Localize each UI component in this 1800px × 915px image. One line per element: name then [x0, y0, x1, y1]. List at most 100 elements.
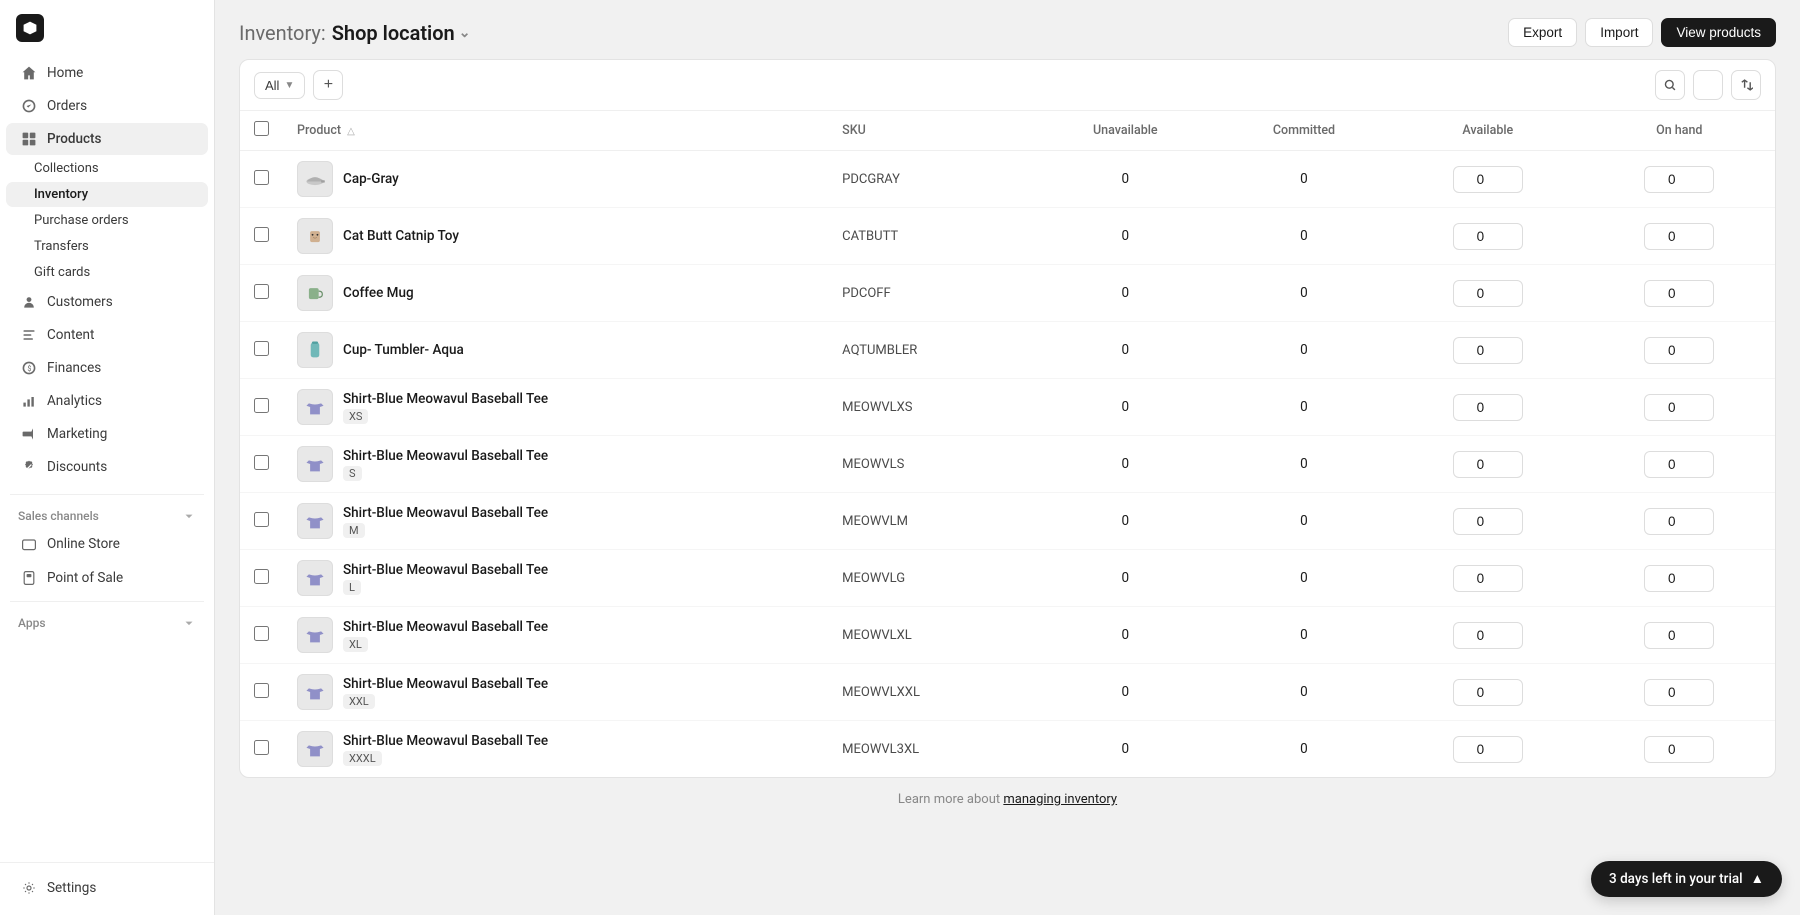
sidebar-item-content[interactable]: Content	[6, 319, 208, 351]
product-sort-icon[interactable]: △	[347, 126, 355, 137]
row-committed: 0	[1216, 436, 1392, 493]
row-available-cell	[1392, 721, 1583, 778]
location-selector[interactable]: Shop location ⌄	[332, 21, 471, 45]
on-hand-input-9[interactable]	[1644, 622, 1714, 649]
row-checkbox-6[interactable]	[254, 455, 269, 470]
sidebar-item-transfers[interactable]: Transfers	[6, 234, 208, 259]
pos-icon	[20, 569, 38, 587]
row-checkbox-cell	[240, 493, 283, 550]
row-checkbox-9[interactable]	[254, 626, 269, 641]
product-info: Shirt-Blue Meowavul Baseball Tee XXL	[343, 676, 548, 709]
row-sku: MEOWVLS	[828, 436, 1035, 493]
row-committed: 0	[1216, 322, 1392, 379]
sidebar-item-orders[interactable]: Orders	[6, 90, 208, 122]
sidebar-item-products[interactable]: Products	[6, 123, 208, 155]
sidebar-item-inventory[interactable]: Inventory	[6, 182, 208, 207]
sidebar-item-gift-cards[interactable]: Gift cards	[6, 260, 208, 285]
row-available-cell	[1392, 607, 1583, 664]
sidebar-item-finances[interactable]: $ Finances	[6, 352, 208, 384]
on-hand-input-1[interactable]	[1644, 166, 1714, 193]
product-thumbnail	[297, 218, 333, 254]
topbar: Inventory: Shop location ⌄ Export Import…	[215, 0, 1800, 59]
table-row: Cup- Tumbler- Aqua AQTUMBLER 0 0	[240, 322, 1775, 379]
sidebar-item-online-store[interactable]: Online Store	[6, 528, 208, 560]
on-hand-input-3[interactable]	[1644, 280, 1714, 307]
available-input-4[interactable]	[1453, 337, 1523, 364]
row-on-hand-cell	[1584, 436, 1775, 493]
product-name: Shirt-Blue Meowavul Baseball Tee	[343, 391, 548, 407]
row-unavailable: 0	[1035, 265, 1216, 322]
row-checkbox-11[interactable]	[254, 740, 269, 755]
export-button[interactable]: Export	[1508, 18, 1577, 47]
row-checkbox-1[interactable]	[254, 170, 269, 185]
sidebar-item-marketing[interactable]: Marketing	[6, 418, 208, 450]
row-sku: PDCOFF	[828, 265, 1035, 322]
sort-button[interactable]	[1731, 70, 1761, 100]
available-input-11[interactable]	[1453, 736, 1523, 763]
on-hand-input-7[interactable]	[1644, 508, 1714, 535]
sidebar-item-purchase-orders[interactable]: Purchase orders	[6, 208, 208, 233]
available-input-10[interactable]	[1453, 679, 1523, 706]
available-input-5[interactable]	[1453, 394, 1523, 421]
sidebar-item-customers[interactable]: Customers	[6, 286, 208, 318]
on-hand-input-10[interactable]	[1644, 679, 1714, 706]
row-checkbox-7[interactable]	[254, 512, 269, 527]
product-name: Cup- Tumbler- Aqua	[343, 342, 464, 358]
available-input-8[interactable]	[1453, 565, 1523, 592]
expand-icon[interactable]	[182, 509, 196, 523]
gear-icon	[20, 879, 38, 897]
row-checkbox-cell	[240, 379, 283, 436]
add-filter-button[interactable]: +	[313, 70, 343, 100]
sidebar-item-gift-cards-label: Gift cards	[34, 265, 90, 280]
sidebar-item-settings-label: Settings	[47, 880, 96, 896]
view-products-button[interactable]: View products	[1661, 18, 1776, 47]
row-checkbox-3[interactable]	[254, 284, 269, 299]
sidebar-item-home[interactable]: Home	[6, 57, 208, 89]
sidebar-item-discounts[interactable]: Discounts	[6, 451, 208, 483]
row-checkbox-5[interactable]	[254, 398, 269, 413]
row-sku: PDCGRAY	[828, 151, 1035, 208]
on-hand-input-6[interactable]	[1644, 451, 1714, 478]
sidebar-item-analytics[interactable]: Analytics	[6, 385, 208, 417]
available-input-1[interactable]	[1453, 166, 1523, 193]
logo-area	[0, 0, 214, 52]
row-checkbox-2[interactable]	[254, 227, 269, 242]
import-button[interactable]: Import	[1585, 18, 1653, 47]
product-info: Cup- Tumbler- Aqua	[343, 342, 464, 358]
row-checkbox-cell	[240, 151, 283, 208]
topbar-actions: Export Import View products	[1508, 18, 1776, 47]
filter-icon	[1701, 78, 1715, 92]
row-committed: 0	[1216, 721, 1392, 778]
row-checkbox-10[interactable]	[254, 683, 269, 698]
row-checkbox-4[interactable]	[254, 341, 269, 356]
available-input-6[interactable]	[1453, 451, 1523, 478]
row-committed: 0	[1216, 265, 1392, 322]
row-checkbox-8[interactable]	[254, 569, 269, 584]
row-unavailable: 0	[1035, 607, 1216, 664]
apps-expand-icon[interactable]	[182, 616, 196, 630]
filter-options-button[interactable]	[1693, 70, 1723, 100]
trial-badge[interactable]: 3 days left in your trial ▲	[1591, 861, 1782, 897]
sidebar-item-settings[interactable]: Settings	[6, 872, 208, 904]
product-thumbnail	[297, 161, 333, 197]
row-on-hand-cell	[1584, 607, 1775, 664]
row-committed: 0	[1216, 208, 1392, 265]
all-filter-button[interactable]: All ▼	[254, 72, 305, 99]
product-name: Shirt-Blue Meowavul Baseball Tee	[343, 562, 548, 578]
row-product-cell: Shirt-Blue Meowavul Baseball Tee XL	[283, 607, 828, 664]
search-button[interactable]	[1655, 70, 1685, 100]
sidebar-item-inventory-label: Inventory	[34, 187, 88, 202]
sidebar-item-point-of-sale[interactable]: Point of Sale	[6, 562, 208, 594]
available-input-3[interactable]	[1453, 280, 1523, 307]
on-hand-input-2[interactable]	[1644, 223, 1714, 250]
on-hand-input-8[interactable]	[1644, 565, 1714, 592]
on-hand-input-11[interactable]	[1644, 736, 1714, 763]
on-hand-input-5[interactable]	[1644, 394, 1714, 421]
available-input-9[interactable]	[1453, 622, 1523, 649]
managing-inventory-link[interactable]: managing inventory	[1003, 792, 1117, 807]
select-all-checkbox[interactable]	[254, 121, 269, 136]
available-input-2[interactable]	[1453, 223, 1523, 250]
available-input-7[interactable]	[1453, 508, 1523, 535]
on-hand-input-4[interactable]	[1644, 337, 1714, 364]
sidebar-item-collections[interactable]: Collections	[6, 156, 208, 181]
